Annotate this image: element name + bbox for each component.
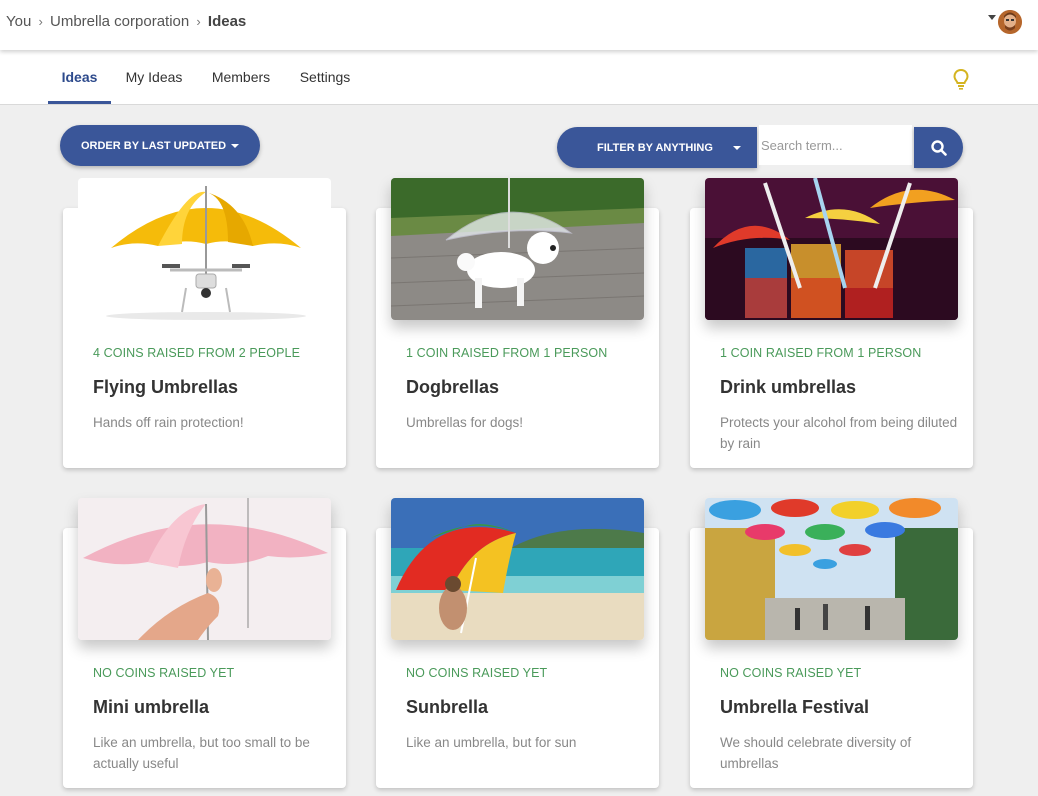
breadcrumb-separator: › <box>38 14 43 29</box>
idea-title[interactable]: Sunbrella <box>406 697 488 718</box>
breadcrumb-separator: › <box>196 14 201 29</box>
coins-status: NO COINS RAISED YET <box>720 666 862 680</box>
coins-status: NO COINS RAISED YET <box>406 666 548 680</box>
order-by-label: ORDER BY LAST UPDATED <box>80 139 227 152</box>
idea-image-dog-umbrella[interactable] <box>391 178 644 320</box>
breadcrumb: You › Umbrella corporation › Ideas <box>6 13 246 30</box>
filter-button[interactable]: FILTER BY ANYTHING <box>557 127 757 168</box>
tab-my-ideas[interactable]: My Ideas <box>123 50 185 104</box>
idea-image-umbrella-street[interactable] <box>705 498 958 640</box>
coins-status: 1 COIN RAISED FROM 1 PERSON <box>720 346 922 360</box>
filter-label: FILTER BY ANYTHING <box>597 141 713 154</box>
top-bar: You › Umbrella corporation › Ideas <box>0 0 1038 50</box>
user-menu-caret-icon[interactable] <box>988 15 996 20</box>
idea-description: We should celebrate diversity of umbrell… <box>720 735 912 771</box>
idea-title[interactable]: Mini umbrella <box>93 697 209 718</box>
coins-status: 1 COIN RAISED FROM 1 PERSON <box>406 346 608 360</box>
coins-status: 4 COINS RAISED FROM 2 PEOPLE <box>93 346 301 360</box>
idea-image-mini-umbrella[interactable] <box>78 498 331 640</box>
idea-description: Like an umbrella, but for sun <box>406 735 577 750</box>
idea-description: Umbrellas for dogs! <box>406 415 524 430</box>
search-icon <box>930 139 947 156</box>
idea-description: Protects your alcohol from being diluted… <box>720 415 958 451</box>
idea-title[interactable]: Drink umbrellas <box>720 377 856 398</box>
idea-image-beach-umbrella[interactable] <box>391 498 644 640</box>
idea-title[interactable]: Umbrella Festival <box>720 697 869 718</box>
idea-description: Like an umbrella, but too small to be ac… <box>93 735 310 771</box>
search-input[interactable] <box>759 125 912 165</box>
breadcrumb-current: Ideas <box>207 13 247 30</box>
idea-description: Hands off rain protection! <box>93 415 244 430</box>
lightbulb-icon[interactable] <box>951 67 971 91</box>
search-button[interactable] <box>914 127 963 168</box>
breadcrumb-org[interactable]: Umbrella corporation <box>50 13 189 30</box>
tab-ideas[interactable]: Ideas <box>48 50 111 104</box>
idea-title[interactable]: Flying Umbrellas <box>93 377 238 398</box>
idea-image-cocktail-umbrellas[interactable] <box>705 178 958 320</box>
tab-settings[interactable]: Settings <box>297 50 353 104</box>
order-by-button[interactable]: ORDER BY LAST UPDATED <box>60 125 260 166</box>
breadcrumb-you[interactable]: You <box>6 13 31 30</box>
idea-title[interactable]: Dogbrellas <box>406 377 499 398</box>
tab-members[interactable]: Members <box>208 50 274 104</box>
tab-bar: Ideas My Ideas Members Settings <box>0 50 1038 105</box>
chevron-down-icon <box>732 145 741 150</box>
idea-image-drone-umbrella[interactable] <box>78 178 331 320</box>
chevron-down-icon <box>231 143 240 148</box>
avatar[interactable] <box>998 10 1022 34</box>
coins-status: NO COINS RAISED YET <box>93 666 235 680</box>
